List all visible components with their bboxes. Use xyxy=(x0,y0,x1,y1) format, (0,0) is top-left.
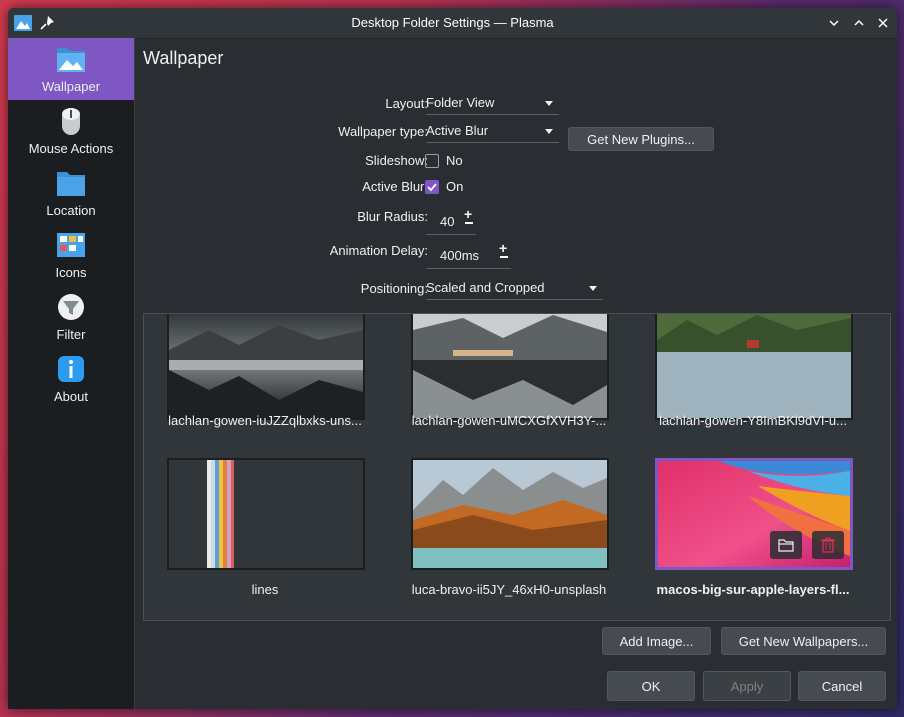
sidebar-item-label: Wallpaper xyxy=(41,79,101,94)
slideshow-checkbox[interactable] xyxy=(425,154,439,168)
chevron-down-icon xyxy=(545,129,553,134)
sidebar-item-label: About xyxy=(54,389,88,404)
wallpaper-thumbnail-selected[interactable] xyxy=(655,458,853,570)
wallpaper-gallery[interactable]: lachlan-gowen-iuJZZqlbxks-uns... lachlan… xyxy=(143,313,891,621)
wallpaper-name: lachlan-gowen-Y8ImBKl9dVI-u... xyxy=(659,413,847,428)
wallpaper-preview xyxy=(413,460,607,568)
animation-delay-spinbox[interactable]: 400ms + xyxy=(426,240,511,269)
title-bar[interactable]: Desktop Folder Settings — Plasma xyxy=(8,8,897,39)
layout-label: Layout: xyxy=(385,96,428,111)
sidebar-item-label: Mouse Actions xyxy=(28,141,114,156)
minimize-button[interactable] xyxy=(824,13,844,33)
chevron-down-icon xyxy=(829,20,839,27)
apply-button[interactable]: Apply xyxy=(703,671,791,701)
layout-value: Folder View xyxy=(426,95,495,110)
positioning-combobox[interactable]: Scaled and Cropped xyxy=(426,277,603,300)
wallpaper-type-value: Active Blur xyxy=(426,123,489,138)
close-button[interactable] xyxy=(873,13,893,33)
close-icon xyxy=(878,18,888,28)
wallpaper-thumbnail[interactable] xyxy=(411,458,609,570)
layout-combobox[interactable]: Folder View xyxy=(426,92,559,115)
ok-button[interactable]: OK xyxy=(607,671,695,701)
wallpaper-preview xyxy=(169,314,363,418)
wallpaper-name: lachlan-gowen-uMCXGfXVH3Y-... xyxy=(411,413,607,428)
sidebar-item-label: Filter xyxy=(56,327,86,342)
sidebar-item-wallpaper[interactable]: Wallpaper xyxy=(8,38,134,100)
decrement-icon[interactable] xyxy=(500,256,508,258)
mouse-icon xyxy=(62,108,80,135)
positioning-label: Positioning: xyxy=(360,281,428,296)
settings-window: Desktop Folder Settings — Plasma Wallpap… xyxy=(8,8,897,709)
add-image-button[interactable]: Add Image... xyxy=(602,627,711,655)
sidebar-item-mouse-actions[interactable]: Mouse Actions xyxy=(8,100,134,162)
active-blur-label: Active Blur: xyxy=(362,179,428,194)
positioning-value: Scaled and Cropped xyxy=(426,280,545,295)
main-content: Wallpaper Layout: Folder View Wallpaper … xyxy=(135,38,897,709)
folder-open-icon xyxy=(778,539,794,552)
info-icon xyxy=(58,356,84,382)
checkmark-icon xyxy=(427,183,437,192)
sidebar-item-icons[interactable]: Icons xyxy=(8,224,134,286)
open-folder-button[interactable] xyxy=(770,531,802,559)
page-title: Wallpaper xyxy=(143,48,224,68)
chevron-up-icon xyxy=(854,19,864,26)
maximize-button[interactable] xyxy=(849,13,869,33)
increment-icon[interactable]: + xyxy=(464,206,472,222)
blur-radius-value: 40 xyxy=(440,214,455,229)
filter-icon xyxy=(58,294,84,320)
wallpaper-preview xyxy=(657,314,851,418)
wallpaper-thumbnail[interactable] xyxy=(167,314,365,420)
animation-delay-label: Animation Delay: xyxy=(329,243,428,258)
icons-icon xyxy=(57,233,85,257)
increment-icon[interactable]: + xyxy=(499,240,507,256)
wallpaper-name: lines xyxy=(251,582,279,597)
wallpaper-name: luca-bravo-ii5JY_46xH0-unsplash xyxy=(411,582,607,597)
sidebar: Wallpaper Mouse Actions Location Icons F… xyxy=(8,38,135,709)
slideshow-label: Slideshow: xyxy=(365,153,428,168)
wallpaper-name: lachlan-gowen-iuJZZqlbxks-uns... xyxy=(168,413,362,428)
wallpaper-thumbnail[interactable] xyxy=(167,458,365,570)
get-new-wallpapers-button[interactable]: Get New Wallpapers... xyxy=(721,627,886,655)
wallpaper-name: macos-big-sur-apple-layers-fl... xyxy=(656,582,850,597)
animation-delay-value: 400ms xyxy=(440,248,480,263)
sidebar-item-about[interactable]: About xyxy=(8,348,134,410)
wallpaper-preview xyxy=(413,314,607,418)
sidebar-item-label: Location xyxy=(46,203,96,218)
decrement-icon[interactable] xyxy=(465,222,473,224)
chevron-down-icon xyxy=(589,286,597,291)
active-blur-value: On xyxy=(446,179,464,194)
chevron-down-icon xyxy=(545,101,553,106)
wallpaper-type-label: Wallpaper type: xyxy=(338,124,428,139)
delete-wallpaper-button[interactable] xyxy=(812,531,844,559)
wallpaper-type-combobox[interactable]: Active Blur xyxy=(426,120,559,143)
wallpaper-preview xyxy=(169,460,363,568)
blur-radius-spinbox[interactable]: 40 + xyxy=(426,206,476,235)
sidebar-item-label: Icons xyxy=(55,265,87,280)
wallpaper-thumbnail[interactable] xyxy=(655,314,853,420)
sidebar-item-location[interactable]: Location xyxy=(8,162,134,224)
trash-icon xyxy=(821,537,835,553)
sidebar-item-filter[interactable]: Filter xyxy=(8,286,134,348)
window-title: Desktop Folder Settings — Plasma xyxy=(351,15,554,30)
wallpaper-folder-icon xyxy=(57,48,85,72)
blur-radius-label: Blur Radius: xyxy=(357,209,428,224)
slideshow-value: No xyxy=(446,153,463,168)
get-new-plugins-button[interactable]: Get New Plugins... xyxy=(568,127,714,151)
cancel-button[interactable]: Cancel xyxy=(798,671,886,701)
folder-icon xyxy=(57,172,85,196)
active-blur-checkbox[interactable] xyxy=(425,180,439,194)
wallpaper-thumbnail[interactable] xyxy=(411,314,609,420)
